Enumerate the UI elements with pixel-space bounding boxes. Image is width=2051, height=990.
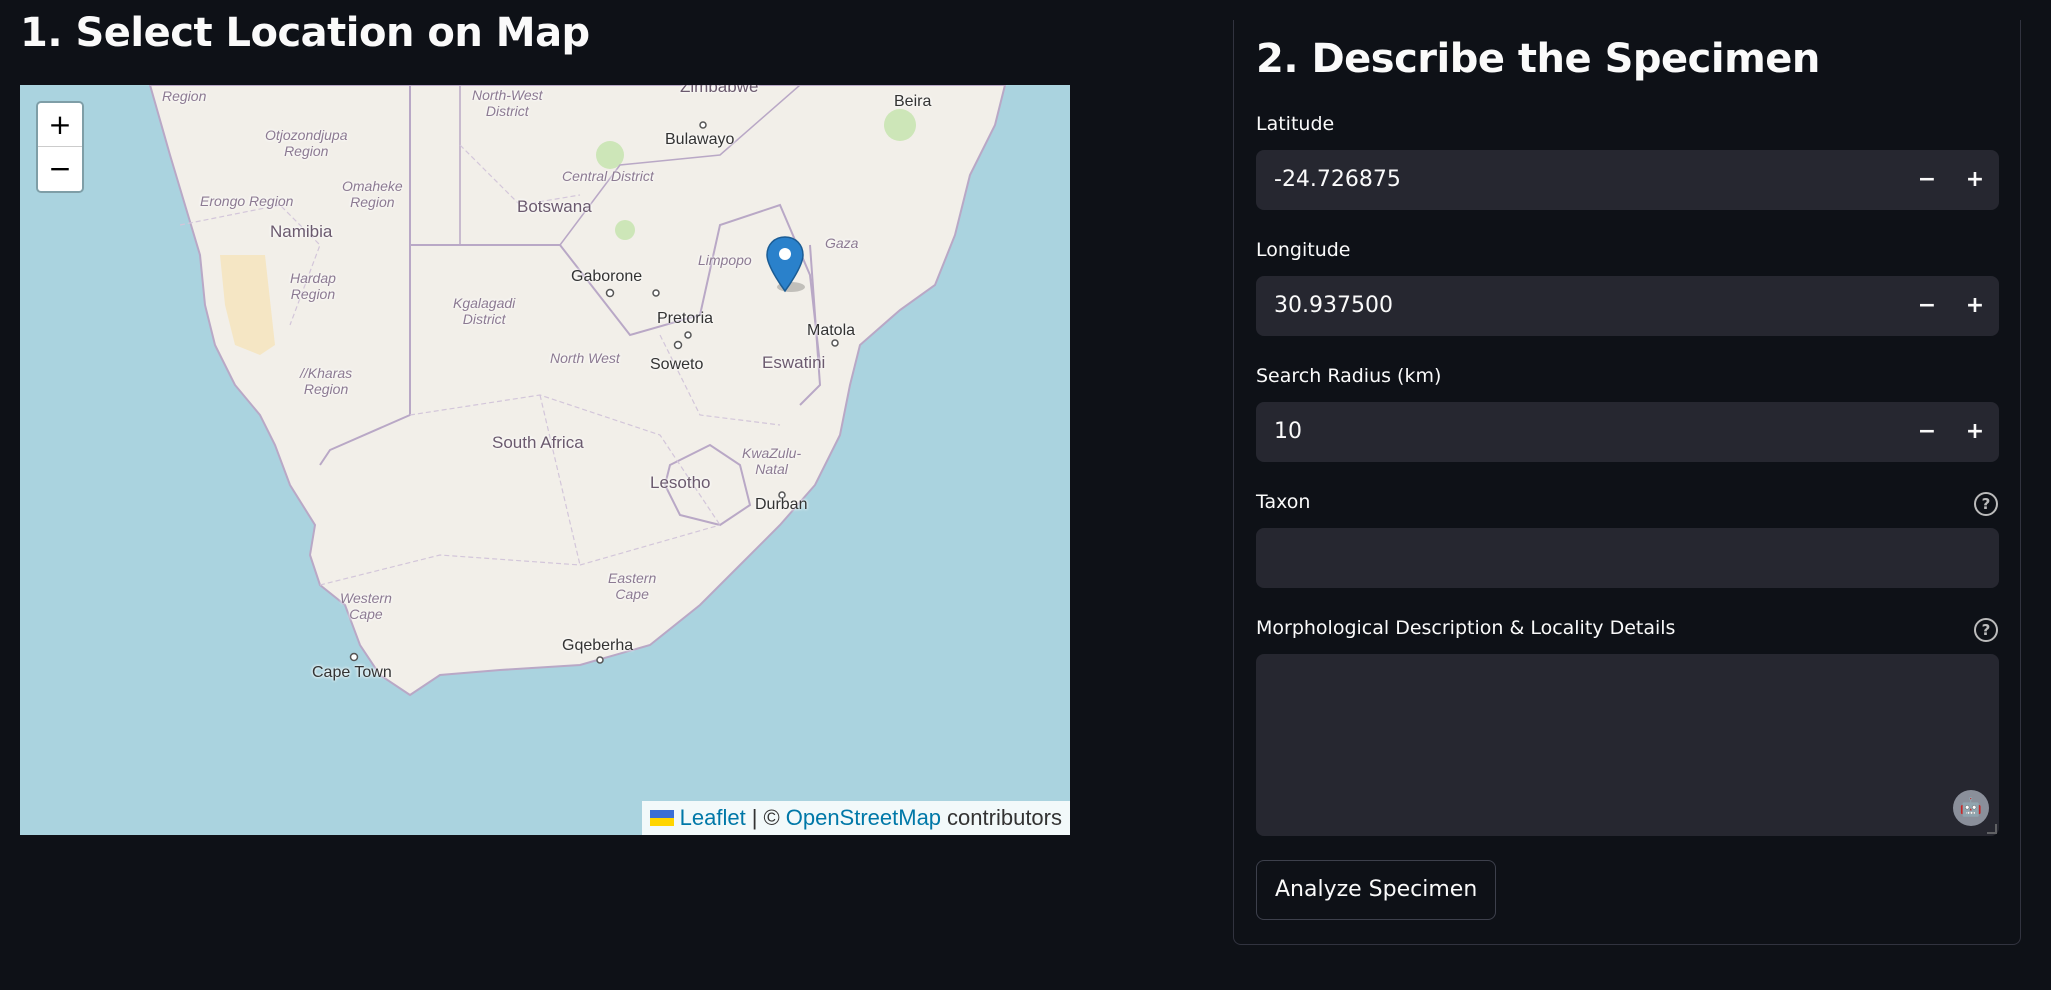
map-label-western-cape: Western Cape [340,590,392,622]
map-label-hardap: Hardap Region [290,270,336,302]
zoom-in-button[interactable]: + [38,103,82,147]
assistant-bot-icon[interactable]: 🤖 [1953,790,1989,826]
resize-handle-icon[interactable] [1987,824,1997,834]
map-label-zimbabwe: Zimbabwe [680,85,759,96]
longitude-label: Longitude [1256,239,1351,261]
longitude-increment-button[interactable]: + [1951,276,1999,336]
map-label-lesotho: Lesotho [650,473,711,492]
map-label-bulawayo: Bulawayo [665,131,735,148]
map-label-kwazulu-natal: KwaZulu- Natal [742,445,802,477]
form-title: 2. Describe the Specimen [1256,36,1820,82]
latitude-increment-button[interactable]: + [1951,150,1999,210]
taxon-input[interactable] [1256,528,1999,588]
latitude-value[interactable]: -24.726875 [1274,150,1401,210]
map-label-omaheke: Omaheke Region [342,178,403,210]
map-label-beira: Beira [894,93,932,110]
map-label-botswana: Botswana [517,197,592,216]
longitude-value[interactable]: 30.937500 [1274,276,1393,336]
map-label-north-west-district: North-West District [472,87,543,119]
map-label-erongo: Erongo Region [200,193,294,209]
map-label-limpopo: Limpopo [698,252,752,268]
map-label-gqeberha: Gqeberha [562,637,634,654]
analyze-specimen-button[interactable]: Analyze Specimen [1256,860,1497,920]
longitude-decrement-button[interactable]: − [1903,276,1951,336]
openstreetmap-link[interactable]: OpenStreetMap [786,805,941,831]
radius-value[interactable]: 10 [1274,402,1302,462]
description-label: Morphological Description & Locality Det… [1256,617,1676,639]
map-label-eastern-cape: Eastern Cape [608,570,657,602]
map-label-karas: //Kharas Region [300,365,353,397]
latitude-input[interactable]: -24.726875 − + [1256,150,1999,210]
attribution-separator: | © [751,805,780,830]
latitude-label: Latitude [1256,113,1335,135]
ukraine-flag-icon [649,810,674,826]
radius-increment-button[interactable]: + [1951,402,1999,462]
map-label-gaza: Gaza [825,235,859,251]
map-label-north-west: North West [550,350,620,366]
location-marker-icon[interactable] [765,235,805,295]
map-label-eswatini: Eswatini [762,353,826,372]
longitude-input[interactable]: 30.937500 − + [1256,276,1999,336]
map-label-matola: Matola [807,322,856,339]
radius-input[interactable]: 10 − + [1256,402,1999,462]
zoom-control: + − [36,101,84,193]
radius-decrement-button[interactable]: − [1903,402,1951,462]
taxon-label: Taxon [1256,491,1311,513]
specimen-form: 2. Describe the Specimen Latitude -24.72… [1233,20,2021,945]
latitude-decrement-button[interactable]: − [1903,150,1951,210]
zoom-out-button[interactable]: − [38,147,82,191]
taxon-help-icon[interactable]: ? [1974,492,1998,516]
map-section-title: 1. Select Location on Map [20,10,590,56]
map[interactable]: Zimbabwe Beira Region North-West Distric… [20,85,1070,835]
description-textarea[interactable]: 🤖 [1256,654,1999,836]
map-label-durban: Durban [755,496,808,513]
map-label-otjozondjupa: Otjozondjupa Region [265,127,348,159]
map-label-region: Region [162,88,207,104]
map-label-namibia: Namibia [270,222,333,241]
description-help-icon[interactable]: ? [1974,618,1998,642]
map-label-central-district: Central District [562,168,654,184]
map-label-gaborone: Gaborone [571,268,643,285]
attribution-contributors: contributors [947,805,1062,830]
leaflet-link[interactable]: Leaflet [680,805,746,831]
map-label-south-africa: South Africa [492,433,584,452]
map-attribution: Leaflet | © OpenStreetMap contributors [641,801,1070,835]
radius-label: Search Radius (km) [1256,365,1442,387]
map-label-soweto: Soweto [650,356,704,373]
map-label-cape-town: Cape Town [312,664,392,681]
map-label-pretoria: Pretoria [657,310,714,327]
map-label-kgalagadi: Kgalagadi District [453,295,516,327]
